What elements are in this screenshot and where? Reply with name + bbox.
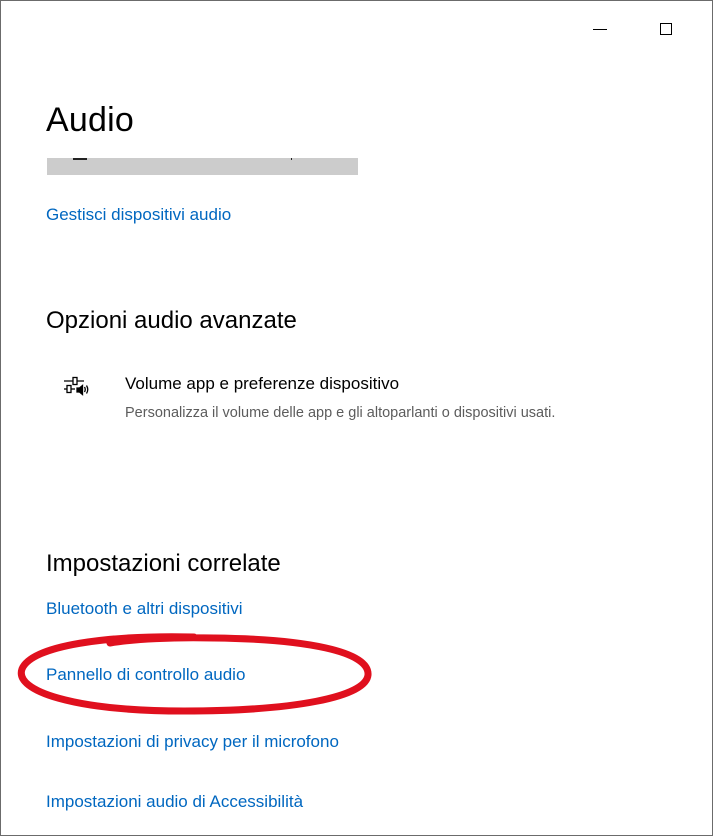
microphone-privacy-link[interactable]: Impostazioni di privacy per il microfono <box>46 732 339 752</box>
option-description: Personalizza il volume delle app e gli a… <box>125 405 556 421</box>
manage-audio-devices-link[interactable]: Gestisci dispositivi audio <box>46 205 231 225</box>
minimize-icon <box>593 28 607 30</box>
app-volume-preferences-option[interactable]: Volume app e preferenze dispositivo Pers… <box>63 371 703 461</box>
volume-mixer-icon <box>64 376 89 396</box>
settings-window: Audio Gestisci dispositivi audio Opzioni… <box>0 0 713 836</box>
maximize-icon <box>660 23 672 35</box>
accessibility-audio-link[interactable]: Impostazioni audio di Accessibilità <box>46 792 303 812</box>
output-device-dropdown[interactable] <box>47 158 358 175</box>
maximize-button[interactable] <box>643 13 689 45</box>
bluetooth-devices-link[interactable]: Bluetooth e altri dispositivi <box>46 599 243 619</box>
option-title: Volume app e preferenze dispositivo <box>125 374 400 393</box>
minimize-button[interactable] <box>577 13 623 45</box>
page-title: Audio <box>46 101 134 139</box>
sound-control-panel-link[interactable]: Pannello di controllo audio <box>46 665 245 685</box>
advanced-audio-heading: Opzioni audio avanzate <box>46 307 297 334</box>
related-settings-heading: Impostazioni correlate <box>46 550 281 577</box>
